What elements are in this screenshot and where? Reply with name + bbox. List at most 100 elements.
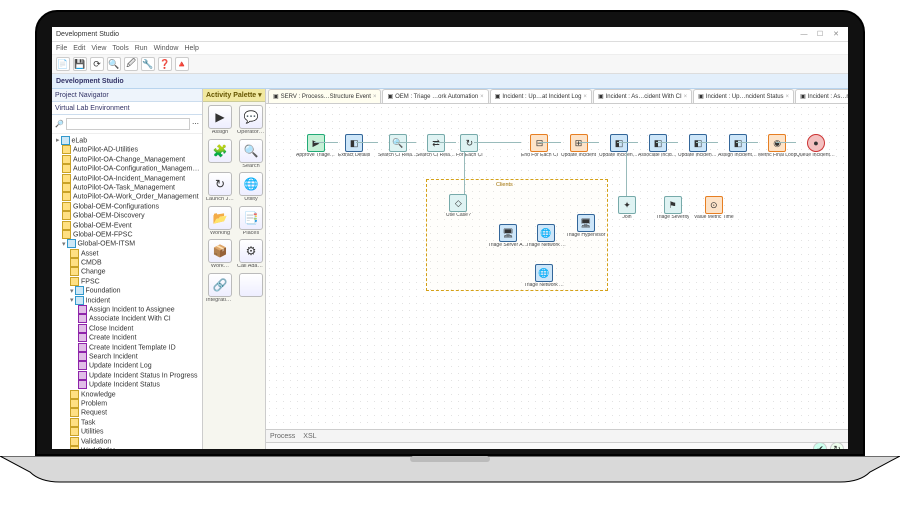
palette-item[interactable]: 💬Operator Dialog xyxy=(237,105,265,136)
canvas-node[interactable]: ◧Update Incident Log xyxy=(599,134,639,158)
editor-tab[interactable]: ▣Incident : As…nt to Assigned× xyxy=(795,89,848,103)
toolbar-edit-icon[interactable]: 🖉 xyxy=(124,57,138,71)
tree-node[interactable]: Update Incident Status In Progress xyxy=(56,371,200,380)
filter-input[interactable] xyxy=(66,118,190,130)
canvas-node[interactable]: ◧Update Incident Status xyxy=(678,134,718,158)
status-icon-1[interactable]: ✔ xyxy=(813,442,827,449)
toolbar-help-icon[interactable]: ❓ xyxy=(158,57,172,71)
canvas-node[interactable]: ◉Metric Final Loop xyxy=(758,134,796,158)
bottom-tab-xsl[interactable]: XSL xyxy=(303,433,316,440)
canvas-node[interactable]: 🌐Triage Network Automation xyxy=(524,264,564,288)
canvas-node[interactable]: ✦Join xyxy=(618,196,636,220)
tree-node[interactable]: Update Incident Log xyxy=(56,361,200,370)
tree-node[interactable]: Change xyxy=(56,267,200,276)
editor-tab[interactable]: ▣OEM : Triage …ork Automation× xyxy=(382,89,488,103)
filter-more-button[interactable]: ⋯ xyxy=(192,120,199,128)
tree-node[interactable]: FPSC xyxy=(56,277,200,286)
tree-node[interactable]: AutoPilot-OA-Change_Management xyxy=(56,155,200,164)
tree-node[interactable]: Global-OEM-FPSC xyxy=(56,230,200,239)
toolbar-search-icon[interactable]: 🔍 xyxy=(107,57,121,71)
tree-node[interactable]: Global-OEM-Configurations xyxy=(56,202,200,211)
bottom-tab-process[interactable]: Process xyxy=(270,433,295,440)
tree-node[interactable]: AutoPilot-OA-Configuration_Management xyxy=(56,164,200,173)
process-canvas[interactable]: Clients▶Approve Triage Slack◧Extract Det… xyxy=(266,104,848,429)
canvas-node[interactable]: ●Queue Incident End xyxy=(796,134,836,158)
tree-node[interactable]: Create Incident xyxy=(56,333,200,342)
tree-node[interactable]: ▾Incident xyxy=(56,296,200,305)
tab-close-icon[interactable]: × xyxy=(786,94,790,100)
editor-tab[interactable]: ▣Incident : As…cident With CI× xyxy=(593,89,692,103)
tree-node[interactable]: AutoPilot-AD-Utilities xyxy=(56,145,200,154)
canvas-node[interactable]: ▶Approve Triage Slack xyxy=(296,134,336,158)
menu-window[interactable]: Window xyxy=(154,45,179,52)
canvas-node[interactable]: 🔍Search CI Relations xyxy=(378,134,418,158)
tree-node[interactable]: Problem xyxy=(56,399,200,408)
tree-node[interactable]: ▾Global-OEM-ITSM xyxy=(56,239,200,248)
tree-node[interactable]: WorkOrder xyxy=(56,446,200,449)
palette-item[interactable]: 📂Working xyxy=(206,206,234,237)
tab-close-icon[interactable]: × xyxy=(583,94,587,100)
editor-tab[interactable]: ▣Incident : Up…at Incident Log× xyxy=(490,89,592,103)
tree-node[interactable]: Global-OEM-Event xyxy=(56,221,200,230)
toolbar-settings-icon[interactable]: 🔧 xyxy=(141,57,155,71)
tree-node[interactable]: Request xyxy=(56,408,200,417)
tree-node[interactable]: Knowledge xyxy=(56,390,200,399)
menu-run[interactable]: Run xyxy=(135,45,148,52)
palette-item[interactable]: 📑Places xyxy=(237,206,265,237)
tree-node[interactable]: Asset xyxy=(56,249,200,258)
status-icon-2[interactable]: ↻ xyxy=(830,442,844,449)
tree-node[interactable]: ▾Foundation xyxy=(56,286,200,295)
menu-tools[interactable]: Tools xyxy=(112,45,128,52)
toolbar-run-icon[interactable]: 🔺 xyxy=(175,57,189,71)
tree-node[interactable]: Create Incident Template ID xyxy=(56,343,200,352)
tree-node[interactable]: AutoPilot-OA-Work_Order_Management xyxy=(56,192,200,201)
tree-node[interactable]: Utilities xyxy=(56,427,200,436)
palette-header[interactable]: Activity Palette ▾ xyxy=(203,89,265,102)
tree-node[interactable]: Associate Incident With CI xyxy=(56,314,200,323)
minimize-button[interactable]: — xyxy=(796,31,812,38)
canvas-node[interactable]: ⇄Search CI Relations xyxy=(416,134,456,158)
canvas-node[interactable]: ◧Associate Incident With CI xyxy=(638,134,678,158)
toolbar-refresh-icon[interactable]: ⟳ xyxy=(90,57,104,71)
tree-node[interactable]: Global-OEM-Discovery xyxy=(56,211,200,220)
tree-node[interactable]: Validation xyxy=(56,437,200,446)
palette-item[interactable]: 🔗Integration Mapping xyxy=(206,273,234,304)
tree-node[interactable]: Update Incident Status xyxy=(56,380,200,389)
tab-close-icon[interactable]: × xyxy=(684,94,688,100)
tree-node[interactable]: CMDB xyxy=(56,258,200,267)
toolbar-new-icon[interactable]: 📄 xyxy=(56,57,70,71)
canvas-node[interactable]: ⊞Update Incident xyxy=(561,134,596,158)
palette-item[interactable]: ▶Assign xyxy=(206,105,234,136)
maximize-button[interactable]: ☐ xyxy=(812,30,828,38)
tree-node[interactable]: AutoPilot-OA-Task_Management xyxy=(56,183,200,192)
canvas-node[interactable]: ⚑Triage Severity xyxy=(656,196,689,220)
palette-item[interactable]: ⚙Call Adapter xyxy=(237,239,265,270)
menu-file[interactable]: File xyxy=(56,45,67,52)
tree-node[interactable]: Assign Incident to Assignee xyxy=(56,305,200,314)
perspective-label[interactable]: Development Studio xyxy=(56,78,124,85)
tree-node[interactable]: Search Incident xyxy=(56,352,200,361)
canvas-node[interactable]: 🖥Triage Server Automation xyxy=(488,224,528,248)
canvas-node[interactable]: ◧Extract Details xyxy=(338,134,370,158)
canvas-node[interactable]: ⊟End For Each CI xyxy=(521,134,558,158)
editor-tab[interactable]: ▣SERV : Process…Structure Event× xyxy=(268,89,381,103)
canvas-node[interactable]: 🖥Triage Hypervisor xyxy=(566,214,605,238)
canvas-node[interactable]: ⊙Value Metric Time xyxy=(694,196,734,220)
toolbar-save-icon[interactable]: 💾 xyxy=(73,57,87,71)
tree-node[interactable]: Close Incident xyxy=(56,324,200,333)
palette-item[interactable]: 🔍Search xyxy=(237,139,265,170)
tree-node[interactable]: AutoPilot-OA-Incident_Management xyxy=(56,174,200,183)
editor-tab[interactable]: ▣Incident : Up…ncident Status× xyxy=(693,89,794,103)
tree-node[interactable]: ▸eLab xyxy=(56,136,200,145)
canvas-node[interactable]: 🌐Triage Network Automation xyxy=(526,224,566,248)
canvas-node[interactable]: ◧Assign Incident to Assignee xyxy=(718,134,758,158)
canvas-node[interactable]: ↻For Each CI xyxy=(456,134,483,158)
tree-node[interactable]: Task xyxy=(56,418,200,427)
project-tree[interactable]: ▸eLabAutoPilot-AD-UtilitiesAutoPilot-OA-… xyxy=(52,134,202,449)
canvas-node[interactable]: ◇Use Case? xyxy=(446,194,471,218)
palette-item[interactable] xyxy=(237,273,265,304)
palette-item[interactable]: 🧩 xyxy=(206,139,234,170)
palette-item[interactable]: ↻Launch Job xyxy=(206,172,234,203)
menu-help[interactable]: Help xyxy=(184,45,198,52)
palette-item[interactable]: 📦Work… xyxy=(206,239,234,270)
